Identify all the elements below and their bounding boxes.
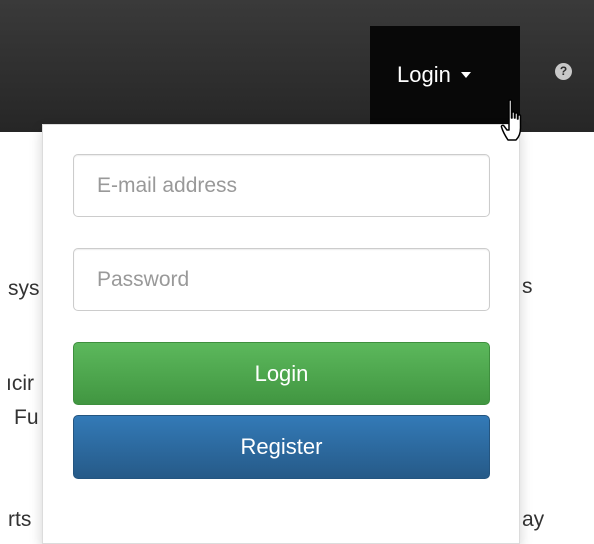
- background-text: sys: [8, 277, 40, 300]
- register-button[interactable]: Register: [73, 415, 490, 479]
- background-text: ay: [522, 508, 545, 531]
- caret-down-icon: [460, 72, 471, 78]
- login-dropdown-toggle[interactable]: Login: [370, 26, 520, 132]
- background-text: s: [522, 275, 533, 298]
- email-field[interactable]: [73, 154, 490, 217]
- help-icon[interactable]: ?: [555, 63, 572, 80]
- login-toggle-label: Login: [397, 62, 451, 87]
- login-dropdown-menu: Login Register: [42, 124, 520, 544]
- background-text: ıcir: [6, 372, 34, 395]
- login-button[interactable]: Login: [73, 342, 490, 405]
- background-text: rts: [8, 508, 32, 531]
- password-field[interactable]: [73, 248, 490, 311]
- background-text: Fu: [14, 406, 39, 429]
- hand-pointer-icon: [500, 99, 522, 141]
